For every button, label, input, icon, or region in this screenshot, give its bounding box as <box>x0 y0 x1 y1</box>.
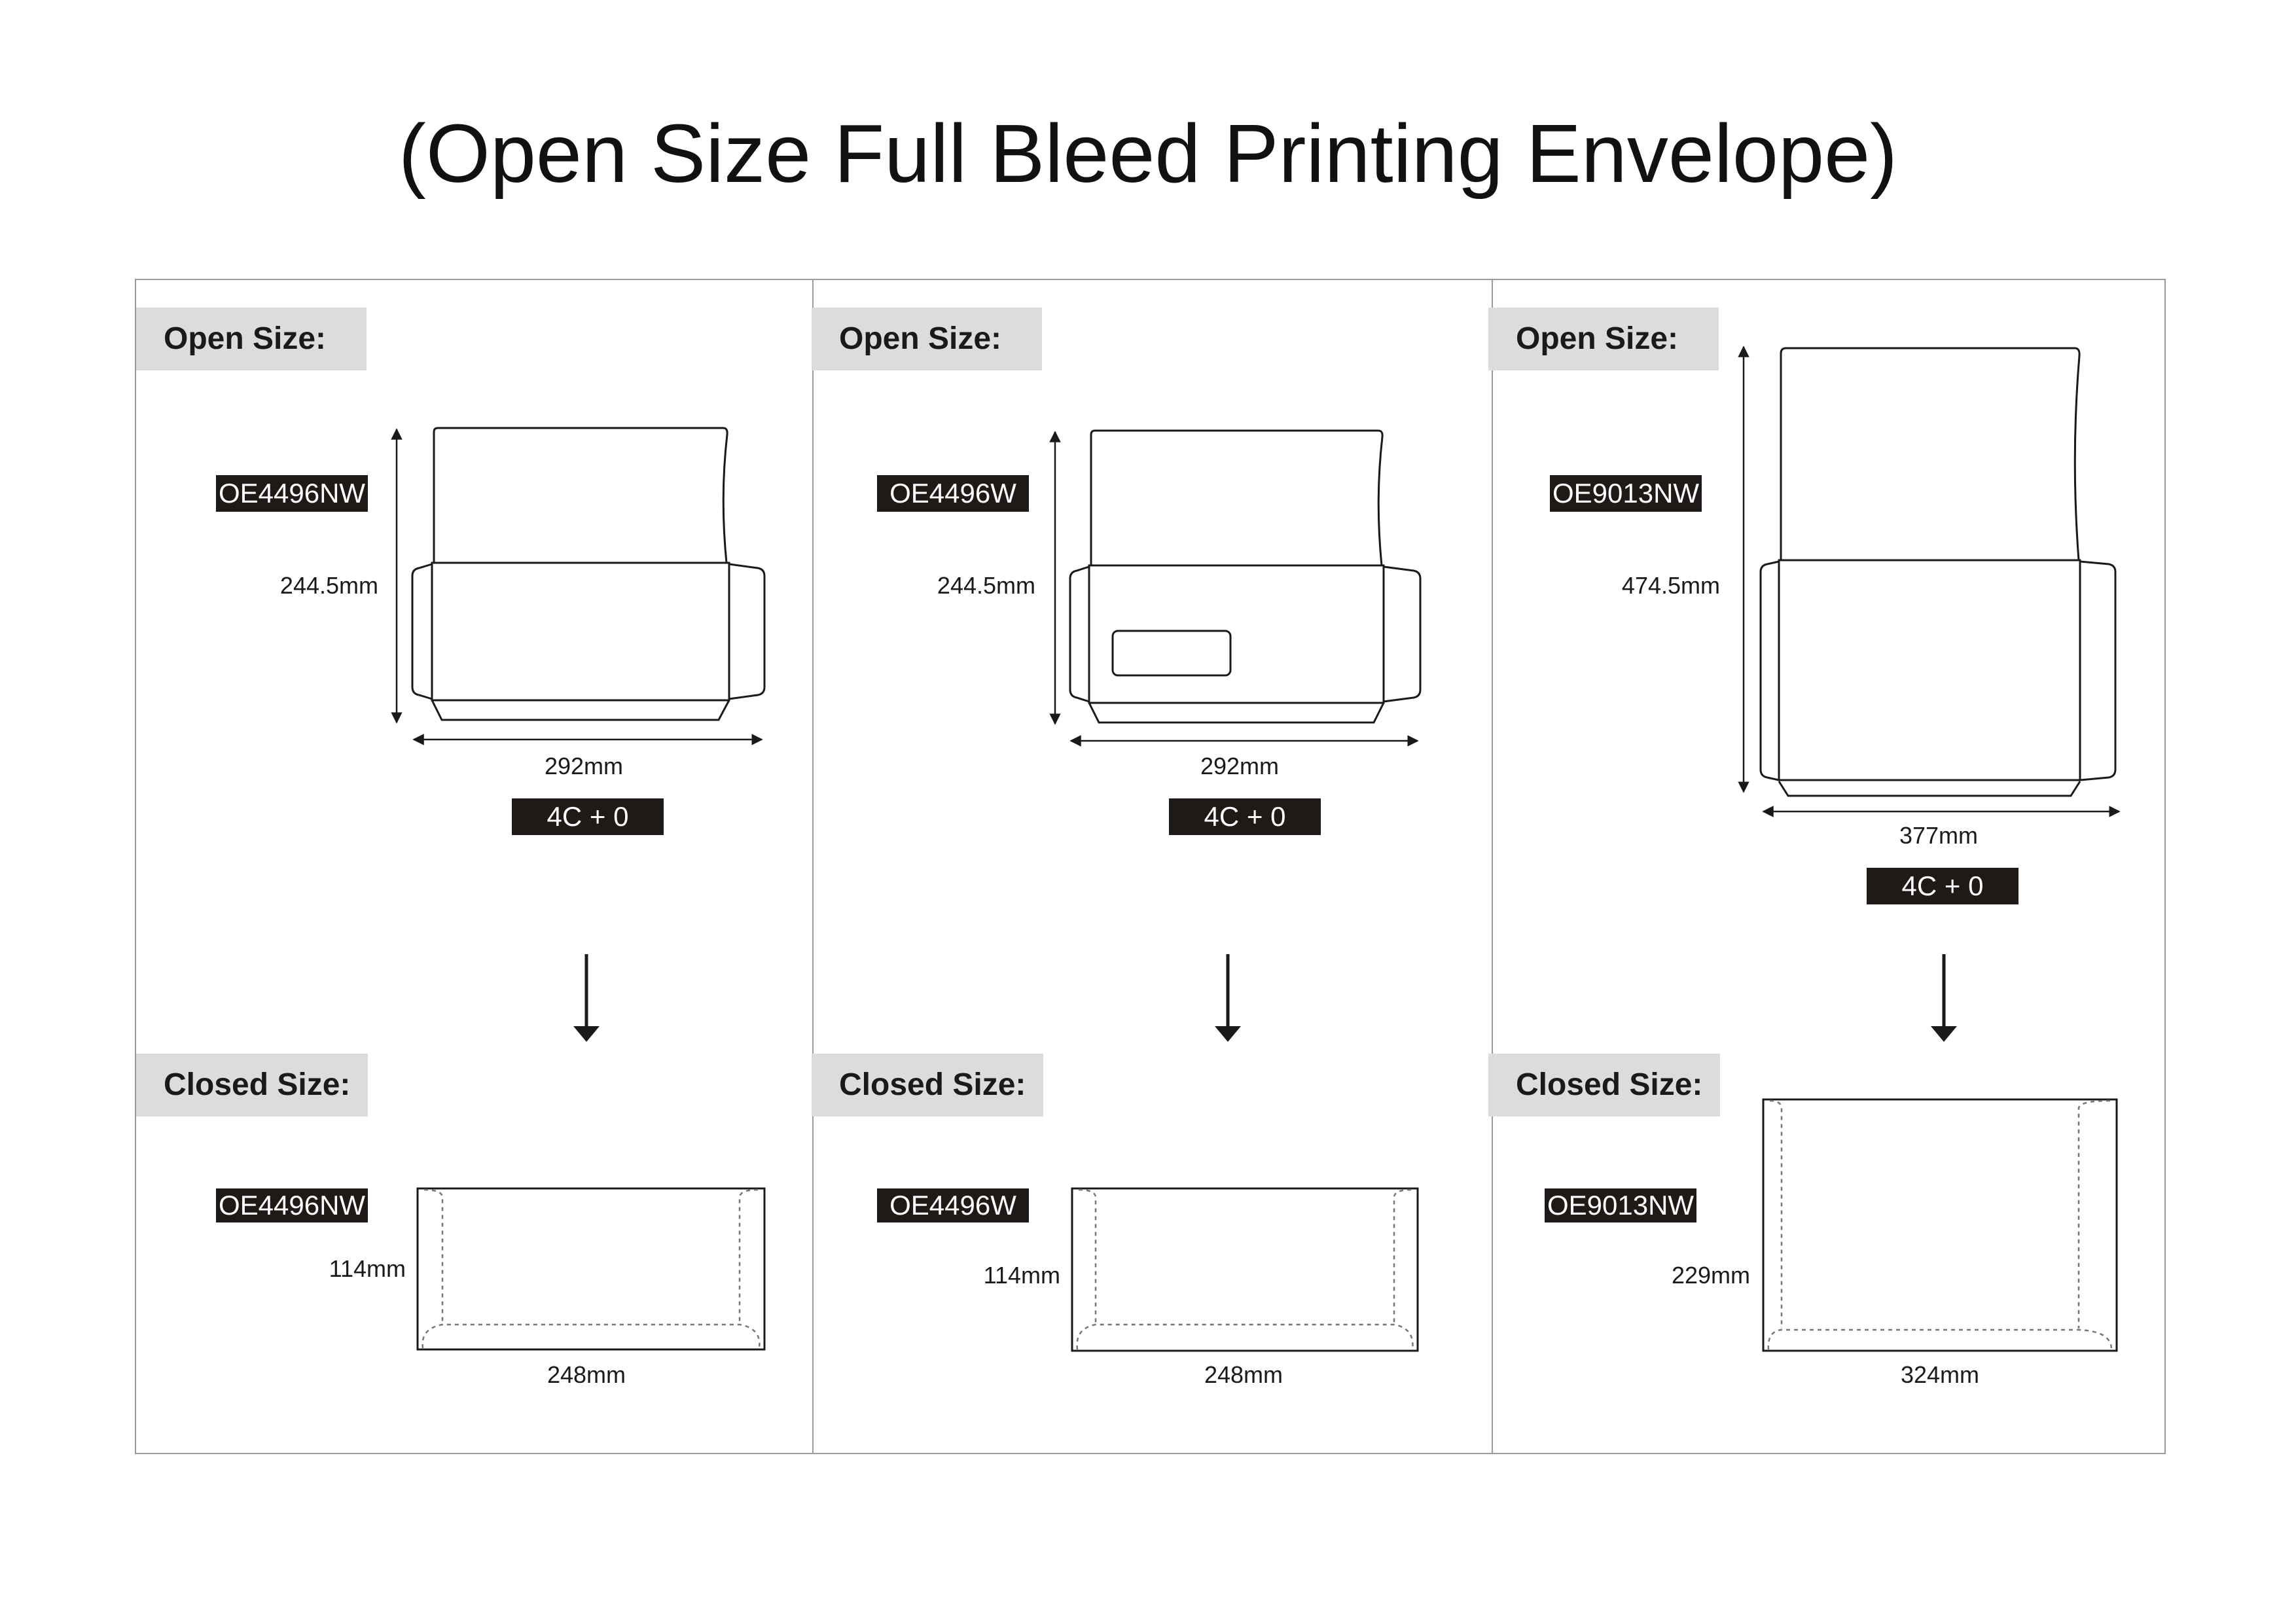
closed-envelope-diagram <box>416 1187 766 1351</box>
open-envelope-diagram <box>411 427 766 721</box>
envelope-body <box>431 562 730 702</box>
top-flap <box>1780 347 2081 561</box>
process-arrow-head <box>1931 1026 1957 1042</box>
envelope-line-art <box>391 346 2121 1352</box>
bottom-flap <box>1088 702 1385 724</box>
left-flap <box>1069 565 1090 703</box>
left-flap <box>1759 560 1780 781</box>
process-arrow-head <box>1215 1026 1241 1042</box>
right-flap <box>2079 560 2117 781</box>
envelope-body <box>1778 559 2081 781</box>
open-envelope-diagram <box>1069 429 1422 724</box>
bottom-flap <box>431 700 730 721</box>
envelope-body <box>1088 564 1385 704</box>
left-flap <box>411 563 433 700</box>
open-envelope-diagram <box>1759 347 2117 797</box>
closed-envelope-diagram <box>1071 1187 1419 1352</box>
top-flap <box>433 427 728 563</box>
closed-envelope-diagram <box>1762 1098 2118 1352</box>
right-flap <box>1383 565 1422 703</box>
address-window <box>1111 630 1232 677</box>
right-flap <box>728 563 766 700</box>
process-arrow-head <box>573 1026 600 1042</box>
top-flap <box>1090 429 1384 566</box>
bottom-flap <box>1778 781 2081 797</box>
